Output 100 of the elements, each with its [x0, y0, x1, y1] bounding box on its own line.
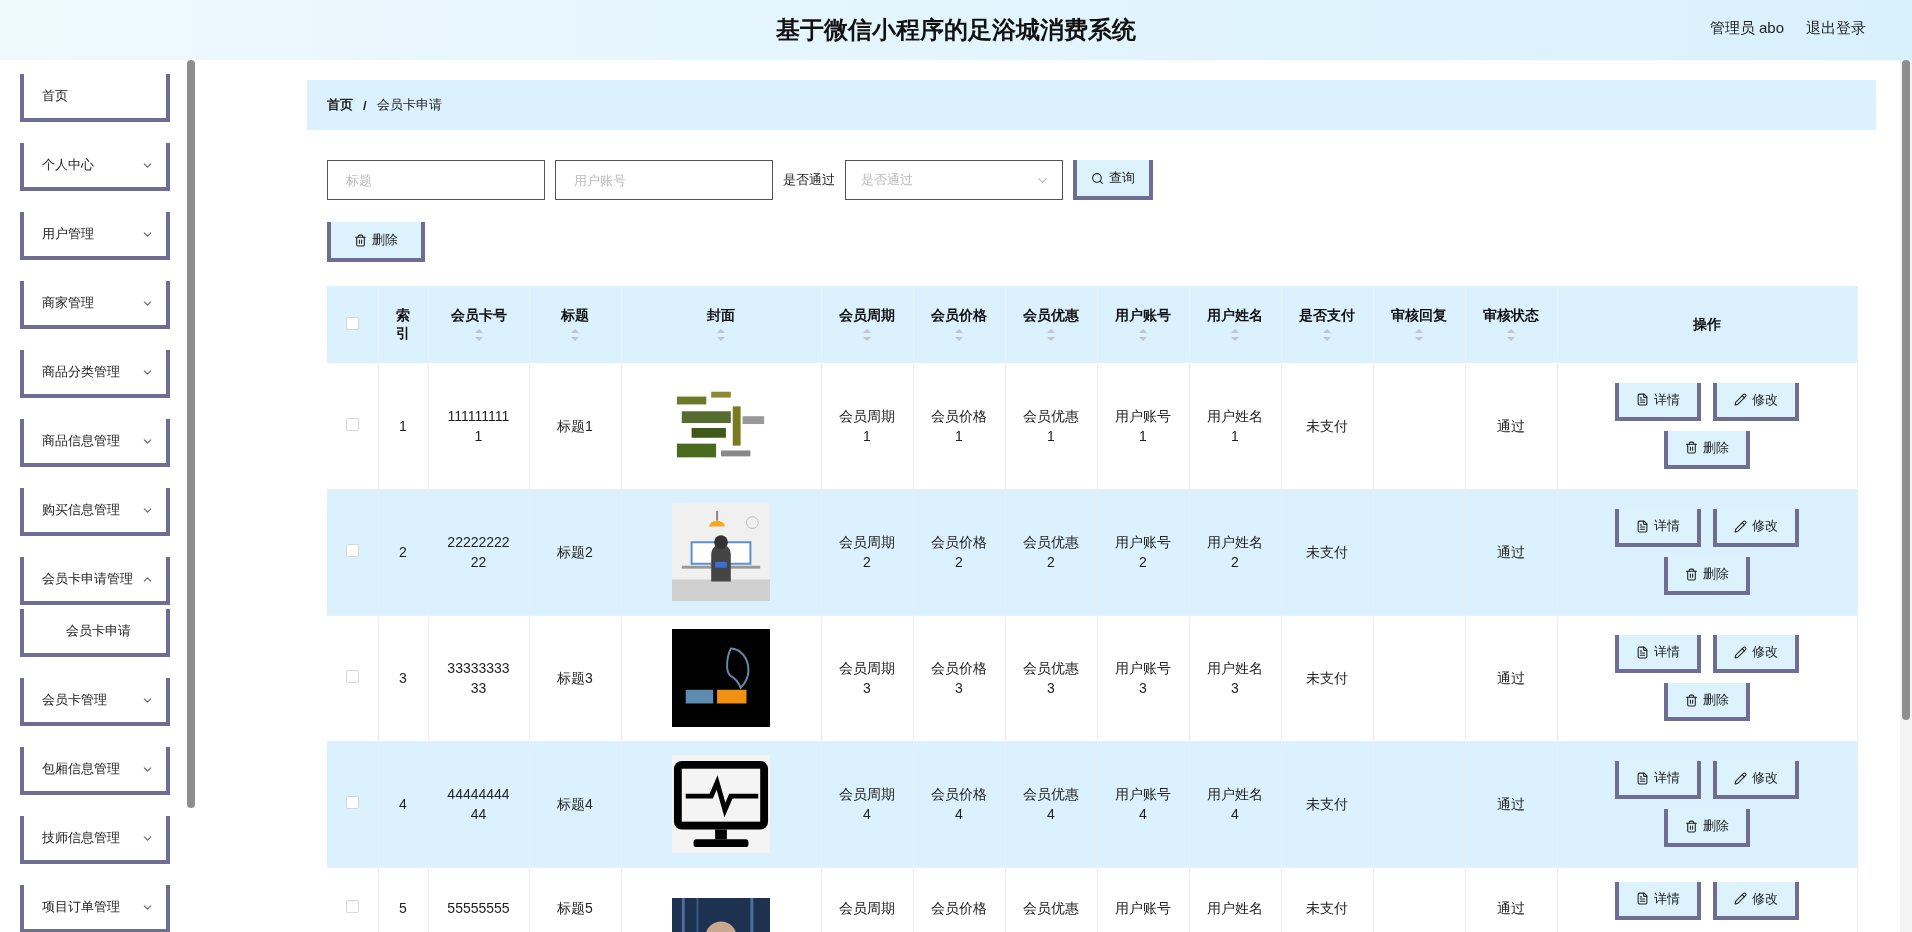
- table-cell: 未支付: [1306, 544, 1348, 560]
- row-action-button[interactable]: 详情: [1615, 382, 1701, 421]
- document-icon: [1636, 771, 1649, 785]
- trash-icon: [1685, 819, 1698, 833]
- sort-icon[interactable]: [862, 327, 872, 342]
- column-header[interactable]: 审核状态: [1483, 307, 1539, 324]
- sidebar-item[interactable]: 用户管理: [20, 212, 170, 260]
- table-cell: 通过: [1497, 670, 1525, 686]
- trash-icon: [1685, 567, 1698, 581]
- sort-icon[interactable]: [473, 327, 484, 342]
- row-checkbox[interactable]: [345, 670, 359, 683]
- table-cell: 通过: [1497, 796, 1525, 812]
- table-cell: 2: [399, 544, 407, 560]
- sidebar-item[interactable]: 包厢信息管理: [20, 747, 170, 795]
- table-cell: 通过: [1497, 544, 1525, 560]
- logout-link[interactable]: 退出登录: [1806, 19, 1866, 38]
- select-all-checkbox[interactable]: [345, 316, 359, 330]
- sidebar-item[interactable]: 会员卡申请管理: [20, 557, 170, 605]
- sidebar-item[interactable]: 商品分类管理: [20, 350, 170, 398]
- sidebar-item[interactable]: 项目订单管理: [20, 885, 170, 932]
- delete-button[interactable]: 删除: [327, 222, 425, 262]
- sidebar-item[interactable]: 首页: [20, 74, 170, 122]
- search-icon: [1091, 171, 1104, 185]
- column-header[interactable]: 用户姓名: [1207, 307, 1263, 324]
- table-cell: 会员周期4: [839, 786, 895, 822]
- column-header[interactable]: 标题: [561, 307, 589, 324]
- column-header[interactable]: 会员周期: [839, 307, 895, 324]
- table-cell: 用户账号2: [1115, 534, 1171, 570]
- table-cell: 会员优惠2: [1023, 534, 1079, 570]
- table-cell: 标题3: [557, 670, 593, 686]
- scrollbar[interactable]: [1902, 60, 1910, 720]
- trash-icon: [1685, 693, 1698, 707]
- row-action-button[interactable]: 删除: [1664, 430, 1750, 469]
- row-action-button[interactable]: 详情: [1615, 761, 1701, 799]
- column-header[interactable]: 会员优惠: [1023, 307, 1079, 324]
- pencil-icon: [1734, 892, 1747, 905]
- sort-icon[interactable]: [1046, 327, 1056, 342]
- submenu-item[interactable]: 会员卡申请: [20, 609, 170, 657]
- column-header[interactable]: 封面: [707, 307, 735, 324]
- row-checkbox[interactable]: [345, 796, 359, 809]
- row-action-button[interactable]: 详情: [1615, 509, 1701, 547]
- breadcrumb-item: 会员卡申请: [376, 96, 442, 114]
- table-cell: 用户账号4: [1115, 786, 1171, 822]
- document-icon: [1636, 892, 1649, 905]
- table-cell: 5: [399, 899, 407, 916]
- column-header[interactable]: 是否支付: [1299, 307, 1355, 324]
- table-cell: 用户姓名4: [1207, 786, 1263, 822]
- sort-icon[interactable]: [954, 327, 964, 342]
- row-action-button[interactable]: 修改: [1713, 382, 1799, 421]
- sort-icon[interactable]: [716, 327, 726, 342]
- column-header[interactable]: 审核回复: [1391, 307, 1447, 324]
- table-cell: 未支付: [1306, 417, 1348, 434]
- breadcrumb-separator: /: [363, 97, 367, 113]
- sidebar-item[interactable]: 商品信息管理: [20, 419, 170, 467]
- row-action-button[interactable]: 详情: [1615, 635, 1701, 673]
- row-action-button[interactable]: 删除: [1664, 557, 1750, 595]
- table-cell: 会员周期2: [839, 534, 895, 570]
- column-header[interactable]: 会员卡号: [450, 307, 507, 324]
- row-action-button[interactable]: 修改: [1713, 761, 1799, 799]
- sort-icon[interactable]: [1230, 327, 1240, 342]
- column-header: 操作: [1693, 315, 1721, 332]
- row-action-button[interactable]: 删除: [1664, 683, 1750, 721]
- sidebar-item[interactable]: 会员卡管理: [20, 678, 170, 726]
- table-cell: 会员价格3: [931, 660, 987, 696]
- scrollbar[interactable]: [187, 60, 195, 808]
- column-header[interactable]: 会员价格: [931, 307, 987, 324]
- table-cell: 用户账号1: [1115, 407, 1171, 444]
- row-action-button[interactable]: 修改: [1713, 881, 1799, 920]
- table-cell: 会员优惠1: [1023, 407, 1079, 444]
- row-checkbox[interactable]: [345, 544, 359, 557]
- sidebar-item[interactable]: 技师信息管理: [20, 816, 170, 864]
- search-field[interactable]: 用户账号: [555, 160, 773, 200]
- row-checkbox[interactable]: [345, 417, 359, 431]
- row-checkbox[interactable]: [345, 899, 359, 913]
- sidebar-item[interactable]: 购买信息管理: [20, 488, 170, 536]
- search-field[interactable]: 标题: [327, 160, 545, 200]
- table-cell: 会员优惠3: [1023, 660, 1079, 696]
- sort-icon[interactable]: [1138, 327, 1148, 342]
- table-cell: 2222222222: [447, 534, 510, 570]
- document-icon: [1636, 393, 1649, 407]
- pencil-icon: [1734, 645, 1747, 659]
- breadcrumb-item[interactable]: 首页: [327, 96, 353, 114]
- sort-icon[interactable]: [1322, 327, 1332, 342]
- sort-icon[interactable]: [1414, 327, 1424, 342]
- row-action-button[interactable]: 删除: [1664, 809, 1750, 847]
- sidebar-item[interactable]: 个人中心: [20, 143, 170, 191]
- sort-icon[interactable]: [1506, 327, 1516, 342]
- table-cell: 3333333333: [447, 660, 510, 696]
- row-action-button[interactable]: 修改: [1713, 509, 1799, 547]
- table-cell: 4: [399, 796, 407, 812]
- sort-icon[interactable]: [570, 327, 580, 342]
- column-header[interactable]: 用户账号: [1115, 307, 1171, 324]
- table-cell: 未支付: [1306, 796, 1348, 812]
- table-cell: 1: [399, 417, 407, 434]
- row-action-button[interactable]: 修改: [1713, 635, 1799, 673]
- filter-label: 是否通过: [783, 171, 835, 189]
- search-button[interactable]: 查询: [1073, 160, 1153, 200]
- table-cell: 会员周期3: [839, 660, 895, 696]
- sidebar-item[interactable]: 商家管理: [20, 281, 170, 329]
- row-action-button[interactable]: 详情: [1615, 881, 1701, 920]
